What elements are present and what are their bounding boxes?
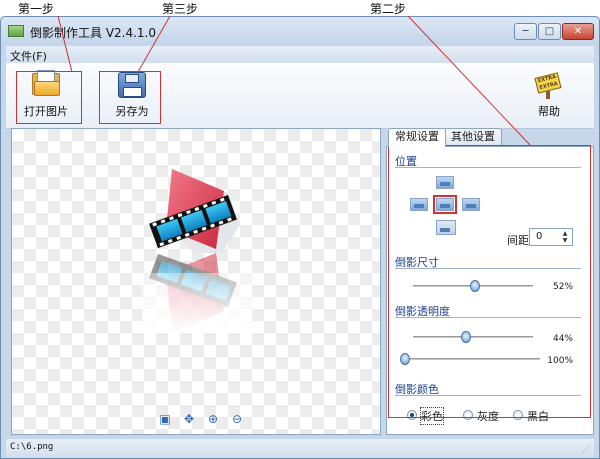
step3-highlight-box (99, 71, 161, 124)
tab-general-settings[interactable]: 常规设置 (388, 128, 446, 147)
status-bar: C:\6.png ⋰ (6, 439, 594, 457)
status-file-path: C:\6.png (10, 442, 54, 452)
tab-other-settings[interactable]: 其他设置 (444, 128, 502, 146)
close-button[interactable]: ✕ (562, 23, 594, 40)
toolbar: 打开图片 另存为 EXTRA EXTRA 帮助 (6, 63, 594, 129)
step2-annotation: 第二步 (370, 2, 407, 16)
resize-grip-icon[interactable]: ⋰ (582, 445, 592, 455)
zoom-in-icon[interactable]: ⊕ (206, 412, 220, 426)
step3-annotation: 第三步 (162, 2, 199, 16)
actual-size-icon[interactable]: ✥ (182, 412, 196, 426)
film-clapper-graphic (149, 169, 240, 253)
help-sign-text: EXTRA EXTRA (534, 72, 562, 94)
menu-file[interactable]: 文件(F) (10, 48, 47, 64)
zoom-out-icon[interactable]: ⊖ (230, 412, 244, 426)
step2-highlight-box (388, 145, 591, 418)
step1-highlight-box (16, 71, 82, 124)
fit-window-icon[interactable]: ▣ (158, 412, 172, 426)
window-title: 倒影制作工具 V2.4.1.0 (30, 26, 157, 40)
help-sign-icon: EXTRA EXTRA (533, 71, 563, 99)
help-button[interactable]: EXTRA EXTRA 帮助 (519, 69, 579, 121)
help-label: 帮助 (538, 105, 560, 118)
app-icon (8, 25, 24, 37)
step1-annotation: 第一步 (18, 2, 55, 16)
maximize-button[interactable]: □ (538, 23, 561, 40)
zoom-toolbar: ▣ ✥ ⊕ ⊖ (12, 412, 380, 428)
menu-bar: 文件(F) (6, 46, 594, 63)
minimize-button[interactable]: ─ (514, 23, 537, 40)
settings-tabs: 常规设置 其他设置 (386, 128, 594, 147)
title-bar: 倒影制作工具 V2.4.1.0 ─ □ ✕ (1, 17, 599, 45)
preview-image (142, 169, 252, 333)
preview-canvas[interactable]: ▣ ✥ ⊕ ⊖ (11, 128, 381, 435)
